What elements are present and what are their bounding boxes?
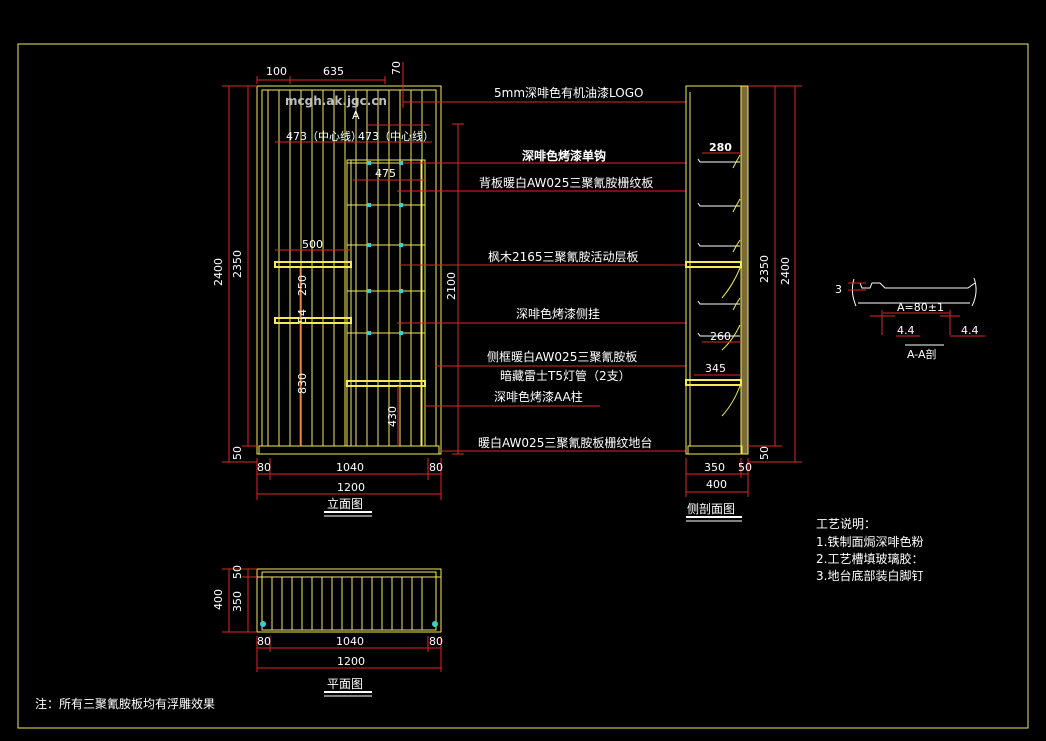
label-column: 深啡色烤漆AA柱 [494, 389, 583, 404]
cad-drawing: mcgh.ak.jgc.cn 100 635 70 A 473（中心线） 473… [17, 43, 1029, 729]
dim-635: 635 [323, 65, 344, 78]
process-notes-heading: 工艺说明： [816, 516, 876, 531]
dim-1200: 1200 [337, 481, 365, 494]
dim-830: 830 [296, 373, 309, 394]
aa-dim-4-4-left: 4.4 [897, 324, 915, 337]
side-dim-2350: 2350 [758, 255, 771, 283]
leader-labels: 5mm深啡色有机油漆LOGO 深啡色烤漆单钩 背板暖白AW025三聚氰胺栅纹板 … [397, 86, 686, 452]
process-note-2: 2.工艺槽填玻璃胶： [816, 551, 923, 566]
dim-475: 475 [375, 167, 396, 180]
dim-80-left: 80 [257, 461, 271, 474]
plan-title: 平面图 [327, 677, 363, 691]
plan-slats [271, 577, 423, 630]
aa-section-title: A-A剖 [907, 347, 937, 361]
label-lamp: 暗藏雷士T5灯管（2支） [500, 368, 631, 383]
dim-1040: 1040 [336, 461, 364, 474]
elevation-title: 立面图 [327, 496, 363, 511]
dim-70: 70 [390, 61, 403, 75]
footnote: 注：所有三聚氰胺板均有浮雕效果 [35, 696, 215, 711]
process-note-3: 3.地台底部装白脚钉 [816, 568, 923, 583]
aa-dim-3: 3 [835, 283, 842, 296]
dim-2100: 2100 [445, 272, 458, 300]
label-side-hang: 深啡色烤漆侧挂 [516, 306, 600, 321]
plan-dim-80-left: 80 [257, 635, 271, 648]
watermark-text: mcgh.ak.jgc.cn [285, 94, 387, 108]
dim-2350: 2350 [231, 250, 244, 278]
side-dim-260: 260 [710, 330, 731, 343]
plan-dim-80-right: 80 [429, 635, 443, 648]
label-base: 暖白AW025三聚氰胺板栅纹地台 [478, 435, 652, 450]
side-dim-350: 350 [704, 461, 725, 474]
dim-2400: 2400 [212, 258, 225, 286]
side-dim-50: 50 [758, 446, 771, 460]
side-section-view: 280 260 345 2350 2400 50 350 50 400 侧剖面图 [685, 85, 802, 522]
process-note-1: 1.铁制面焗深啡色粉 [816, 534, 923, 549]
dim-54: 54 [296, 309, 309, 323]
plan-dim-1200: 1200 [337, 655, 365, 668]
plan-dim-1040: 1040 [336, 635, 364, 648]
aa-dim-4-4-right: 4.4 [961, 324, 979, 337]
dim-80-right: 80 [429, 461, 443, 474]
drawing-frame [17, 43, 1029, 729]
dim-100: 100 [266, 65, 287, 78]
elevation-base [258, 445, 440, 455]
plan-dim-50: 50 [231, 565, 244, 579]
side-dim-2400: 2400 [779, 257, 792, 285]
plan-dim-400: 400 [212, 589, 225, 610]
side-dim-280: 280 [709, 141, 732, 154]
dim-250: 250 [296, 275, 309, 296]
dim-473-right: 473（中心线） [358, 129, 434, 143]
shelf-right-1 [346, 380, 426, 387]
label-back-panel: 背板暖白AW025三聚氰胺栅纹板 [479, 175, 653, 190]
label-logo: 5mm深啡色有机油漆LOGO [494, 86, 643, 100]
side-dim-50b: 50 [738, 461, 752, 474]
shelf-left-1 [274, 261, 352, 268]
dim-50: 50 [231, 446, 244, 460]
side-section-title: 侧剖面图 [687, 502, 735, 516]
label-side-frame: 侧框暖白AW025三聚氰胺板 [487, 349, 637, 364]
dim-500: 500 [302, 238, 323, 251]
label-shelf: 枫木2165三聚氰胺活动层板 [488, 249, 639, 264]
process-notes: 工艺说明： 1.铁制面焗深啡色粉 2.工艺槽填玻璃胶： 3.地台底部装白脚钉 [816, 516, 923, 583]
elevation-view: mcgh.ak.jgc.cn 100 635 70 A 473（中心线） 473… [212, 61, 464, 517]
aa-section-view: 3 A=80±1 4.4 4.4 A-A剖 [835, 277, 985, 361]
aa-dim-a80: A=80±1 [897, 301, 944, 314]
dim-473-left: 473（中心线） [286, 129, 362, 143]
section-mark-a: A [352, 109, 360, 122]
plan-dim-350: 350 [231, 591, 244, 612]
label-hook: 深啡色烤漆单钩 [522, 148, 606, 163]
dim-430: 430 [386, 406, 399, 427]
shelf-left-2 [274, 317, 352, 324]
side-dim-345: 345 [705, 362, 726, 375]
plan-view: 50 350 400 80 1040 80 1200 平面图 [212, 565, 443, 697]
side-dim-400: 400 [706, 478, 727, 491]
